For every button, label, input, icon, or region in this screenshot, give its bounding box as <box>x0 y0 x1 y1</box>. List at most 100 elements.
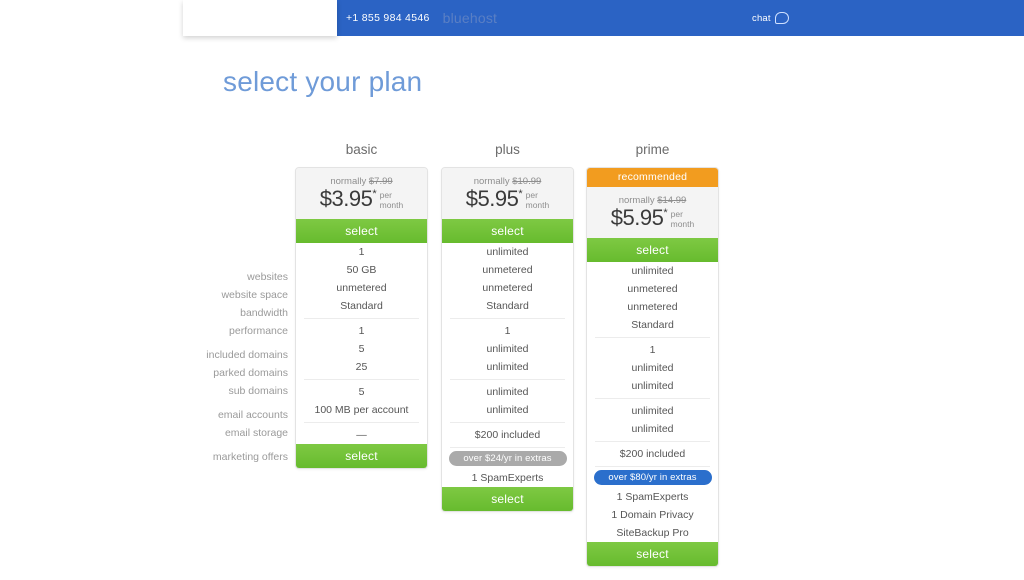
feature-value: unlimited <box>442 383 573 401</box>
feature-value: unlimited <box>442 243 573 261</box>
feature-value: 25 <box>296 358 427 376</box>
feature-label: bandwidth <box>140 304 288 322</box>
feature-value: $200 included <box>587 445 718 463</box>
feature-value: 1 <box>296 322 427 340</box>
feature-value: unlimited <box>587 359 718 377</box>
group-separator <box>595 398 710 399</box>
group-separator <box>450 379 565 380</box>
group-separator <box>595 337 710 338</box>
per-word: per <box>380 190 404 200</box>
per-month-label: permonth <box>380 190 404 210</box>
group-separator <box>304 422 419 423</box>
month-word: month <box>526 200 550 210</box>
feature-value-list: unlimitedunmeteredunmeteredStandard1unli… <box>442 243 573 487</box>
per-word: per <box>671 209 695 219</box>
price-row: $5.95* permonth <box>442 188 573 210</box>
plan-card-prime: prime recommendednormally $14.99$5.95*per… <box>586 141 719 567</box>
feature-label-column: websiteswebsite spacebandwidthperformanc… <box>140 268 288 466</box>
feature-label: included domains <box>140 346 288 364</box>
select-button-top[interactable]: select <box>442 219 573 243</box>
plan-card-body: normally $7.99$3.95*permonthselect150 GB… <box>295 167 428 469</box>
feature-value: 50 GB <box>296 261 427 279</box>
brand-logo[interactable]: bluehost <box>425 10 497 26</box>
feature-value: unlimited <box>587 420 718 438</box>
feature-value: 100 MB per account <box>296 401 427 419</box>
feature-value: unlimited <box>587 262 718 280</box>
site-header: bluehost +1 855 984 4546 chat <box>0 0 1024 36</box>
select-button-top[interactable]: select <box>587 238 718 262</box>
group-separator <box>450 318 565 319</box>
feature-label: websites <box>140 268 288 286</box>
extra-item: SiteBackup Pro <box>587 524 718 542</box>
price-box: normally $7.99$3.95*permonth <box>296 168 427 219</box>
feature-label: performance <box>140 322 288 340</box>
group-separator <box>304 379 419 380</box>
feature-value-list: 150 GBunmeteredStandard15255100 MB per a… <box>296 243 427 444</box>
month-word: month <box>671 219 695 229</box>
feature-label: website space <box>140 286 288 304</box>
feature-value: 1 <box>442 322 573 340</box>
per-month-label: permonth <box>526 190 550 210</box>
normally-price-value: $7.99 <box>369 176 393 187</box>
pricing-page: bluehost +1 855 984 4546 chat select you… <box>0 0 1024 580</box>
select-button-top[interactable]: select <box>296 219 427 243</box>
feature-value: 5 <box>296 383 427 401</box>
price-asterisk: * <box>372 188 376 201</box>
extras-badge: over $24/yr in extras <box>449 451 567 466</box>
chat-button[interactable]: chat <box>752 12 789 24</box>
plan-name: prime <box>586 141 719 159</box>
feature-value: 1 <box>587 341 718 359</box>
price-row: $3.95* permonth <box>296 188 427 210</box>
select-button-bottom[interactable]: select <box>296 444 427 468</box>
feature-label: parked domains <box>140 364 288 382</box>
feature-value: unmetered <box>587 298 718 316</box>
extras-badge: over $80/yr in extras <box>594 470 712 485</box>
feature-value: unlimited <box>587 402 718 420</box>
feature-value: unlimited <box>587 377 718 395</box>
feature-value-list: unlimitedunmeteredunmeteredStandard1unli… <box>587 262 718 542</box>
feature-value: Standard <box>296 297 427 315</box>
feature-value: unmetered <box>587 280 718 298</box>
plan-name: basic <box>295 141 428 159</box>
group-separator <box>595 441 710 442</box>
per-word: per <box>526 190 550 200</box>
plan-card-body: normally $10.99$5.95*permonthselectunlim… <box>441 167 574 512</box>
logo-tab[interactable]: bluehost <box>183 0 337 36</box>
feature-value: unlimited <box>442 401 573 419</box>
group-separator <box>450 422 565 423</box>
feature-value: unlimited <box>442 358 573 376</box>
price-box: normally $14.99$5.95*permonth <box>587 187 718 238</box>
plan-name: plus <box>441 141 574 159</box>
feature-value: — <box>296 426 427 444</box>
speech-bubble-icon <box>775 12 789 24</box>
price-asterisk: * <box>518 188 522 201</box>
logo-text: bluehost <box>443 10 498 26</box>
feature-value: Standard <box>587 316 718 334</box>
header-phone-number[interactable]: +1 855 984 4546 <box>346 12 430 24</box>
feature-label: email storage <box>140 424 288 442</box>
group-separator <box>450 447 565 448</box>
page-title: select your plan <box>223 66 422 98</box>
feature-value: 1 <box>296 243 427 261</box>
extra-item: 1 SpamExperts <box>587 488 718 506</box>
feature-label: email accounts <box>140 406 288 424</box>
price-amount: $3.95 <box>320 188 373 210</box>
price-row: $5.95*permonth <box>587 207 718 229</box>
feature-label: marketing offers <box>140 448 288 466</box>
select-button-bottom[interactable]: select <box>587 542 718 566</box>
per-month-label: permonth <box>671 209 695 229</box>
plan-card-basic: basicnormally $7.99$3.95*permonthselect1… <box>295 141 428 469</box>
feature-value: 5 <box>296 340 427 358</box>
chat-label: chat <box>752 13 771 24</box>
feature-label: sub domains <box>140 382 288 400</box>
price-amount: $5.95 <box>611 207 664 229</box>
select-button-bottom[interactable]: select <box>442 487 573 511</box>
recommended-ribbon: recommended <box>587 168 718 187</box>
price-amount: $5.95 <box>466 188 519 210</box>
feature-value: unlimited <box>442 340 573 358</box>
feature-value: Standard <box>442 297 573 315</box>
feature-value: unmetered <box>296 279 427 297</box>
feature-value: unmetered <box>442 279 573 297</box>
feature-value: $200 included <box>442 426 573 444</box>
extra-item: 1 Domain Privacy <box>587 506 718 524</box>
